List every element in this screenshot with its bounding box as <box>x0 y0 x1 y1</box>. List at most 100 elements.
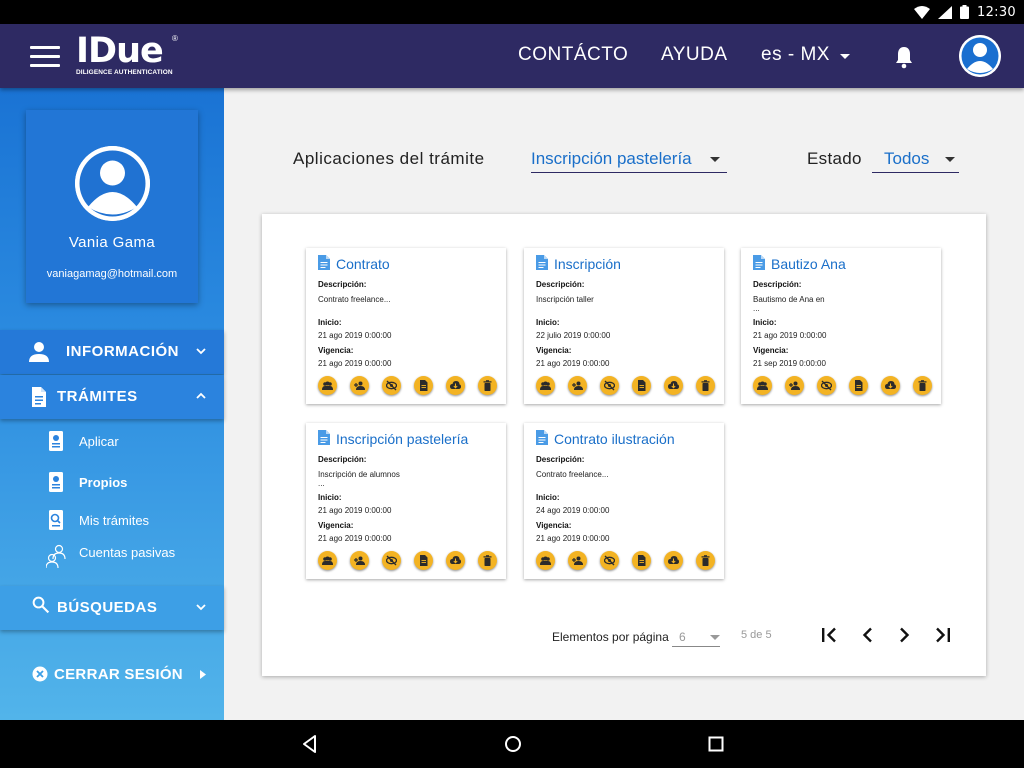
document-button[interactable] <box>632 376 651 395</box>
cloud-download-button[interactable] <box>446 551 465 570</box>
delete-button[interactable] <box>913 376 932 395</box>
delete-button[interactable] <box>696 551 715 570</box>
back-icon[interactable] <box>300 734 320 754</box>
cloud-download-button[interactable] <box>664 551 683 570</box>
hide-icon <box>604 555 615 566</box>
delete-button[interactable] <box>478 376 497 395</box>
add-group-button[interactable] <box>785 376 804 395</box>
start-label: Inicio: <box>536 493 560 502</box>
card-title[interactable]: Contrato <box>336 256 390 272</box>
help-link[interactable]: AYUDA <box>661 44 728 66</box>
card-title[interactable]: Inscripción <box>554 256 621 272</box>
previous-page-icon[interactable] <box>858 625 878 645</box>
validity-label: Vigencia: <box>318 346 354 355</box>
group-button[interactable] <box>318 376 337 395</box>
logout-button[interactable]: CERRAR SESIÓN <box>32 665 212 685</box>
cloud-download-button[interactable] <box>881 376 900 395</box>
card-title[interactable]: Contrato ilustración <box>554 431 675 447</box>
application-card[interactable]: Contrato ilustración Descripción: Contrato… <box>524 423 724 579</box>
add-group-button[interactable] <box>568 376 587 395</box>
group-button[interactable] <box>536 551 555 570</box>
document-button[interactable] <box>414 551 433 570</box>
sidebar-item-mis-tramites[interactable]: Mis trámites <box>46 509 216 535</box>
sidebar-item-cuentas-pasivas[interactable]: Cuentas pasivas <box>46 543 216 569</box>
language-selector[interactable]: es - MX <box>761 44 850 66</box>
delete-button[interactable] <box>478 551 497 570</box>
sidebar-item-propios[interactable]: Propios <box>46 471 216 497</box>
home-icon[interactable] <box>503 734 523 754</box>
sidebar-section-informacion[interactable]: INFORMACIÓN <box>0 330 224 374</box>
description-label: Descripción: <box>318 280 367 289</box>
group-button[interactable] <box>318 551 337 570</box>
sidebar: Vania Gama vaniagamag@hotmail.com INFORM… <box>0 88 224 720</box>
last-page-icon[interactable] <box>933 625 953 645</box>
hide-button[interactable] <box>600 551 619 570</box>
application-card[interactable]: Bautizo Ana Descripción: Bautismo de Ana e… <box>741 248 941 404</box>
validity-label: Vigencia: <box>536 346 572 355</box>
hide-button[interactable] <box>600 376 619 395</box>
cloud-download-button[interactable] <box>664 376 683 395</box>
status-filter-select[interactable]: Todos <box>872 147 959 173</box>
start-value: 21 ago 2019 0:00:00 <box>753 331 827 340</box>
user-icon <box>959 35 1001 77</box>
contact-link[interactable]: CONTÁCTO <box>518 44 628 66</box>
hide-button[interactable] <box>382 376 401 395</box>
recents-icon[interactable] <box>706 734 726 754</box>
per-page-label: Elementos por página <box>552 630 669 644</box>
document-icon <box>638 380 646 391</box>
description-value: Bautismo de Ana en <box>753 295 825 304</box>
cloud-download-icon <box>885 381 896 389</box>
document-button[interactable] <box>632 551 651 570</box>
add-group-button[interactable] <box>568 551 587 570</box>
sidebar-item-aplicar[interactable]: Aplicar <box>46 430 216 456</box>
hamburger-menu-button[interactable] <box>30 46 60 68</box>
add-group-button[interactable] <box>350 376 369 395</box>
card-title[interactable]: Inscripción pastelería <box>336 431 468 447</box>
hide-button[interactable] <box>817 376 836 395</box>
cloud-download-button[interactable] <box>446 376 465 395</box>
document-button[interactable] <box>849 376 868 395</box>
per-page-select[interactable]: 6 <box>672 626 720 647</box>
chevron-down-icon <box>196 348 206 355</box>
bell-icon[interactable] <box>893 45 915 69</box>
card-title[interactable]: Bautizo Ana <box>771 256 846 272</box>
application-card[interactable]: Inscripción pastelería Descripción: Inscri… <box>306 423 506 579</box>
hide-icon <box>604 380 615 391</box>
document-icon <box>753 255 765 270</box>
chevron-up-icon <box>196 392 206 399</box>
group-icon <box>540 556 551 565</box>
sidebar-section-busquedas[interactable]: BÚSQUEDAS <box>0 586 224 630</box>
hide-button[interactable] <box>382 551 401 570</box>
validity-label: Vigencia: <box>753 346 789 355</box>
badge-icon <box>49 431 63 451</box>
badge-icon <box>49 472 63 492</box>
status-filter-label: Estado <box>807 149 862 168</box>
first-page-icon[interactable] <box>819 625 839 645</box>
document-button[interactable] <box>414 376 433 395</box>
group-button[interactable] <box>536 376 555 395</box>
application-card[interactable]: Contrato Descripción: Contrato freelance..… <box>306 248 506 404</box>
group-icon <box>540 381 551 390</box>
group-button[interactable] <box>753 376 772 395</box>
next-page-icon[interactable] <box>894 625 914 645</box>
delete-button[interactable] <box>696 376 715 395</box>
profile-email: vaniagamag@hotmail.com <box>46 268 178 280</box>
application-card[interactable]: Inscripción Descripción: Inscripción talle… <box>524 248 724 404</box>
logo[interactable]: IDue ® DILIGENCE AUTHENTICATION <box>76 34 186 80</box>
sidebar-section-tramites[interactable]: TRÁMITES <box>0 375 224 419</box>
applications-label: Aplicaciones del trámite <box>293 149 485 168</box>
add-group-button[interactable] <box>350 551 369 570</box>
document-icon <box>420 555 428 566</box>
applications-select[interactable]: Inscripción pastelería <box>531 147 727 173</box>
document-icon <box>318 430 330 445</box>
hide-icon <box>821 380 832 391</box>
start-value: 21 ago 2019 0:00:00 <box>318 506 392 515</box>
cloud-download-icon <box>450 556 461 564</box>
logo-subtitle: DILIGENCE AUTHENTICATION <box>76 69 173 76</box>
close-circle-icon <box>32 666 48 682</box>
description-value: Inscripción de alumnos <box>318 470 400 479</box>
status-bar: 12:30 <box>0 0 1024 24</box>
user-avatar-button[interactable] <box>959 35 1001 77</box>
profile-name: Vania Gama <box>68 234 156 251</box>
validity-value: 21 ago 2019 0:00:00 <box>536 359 610 368</box>
